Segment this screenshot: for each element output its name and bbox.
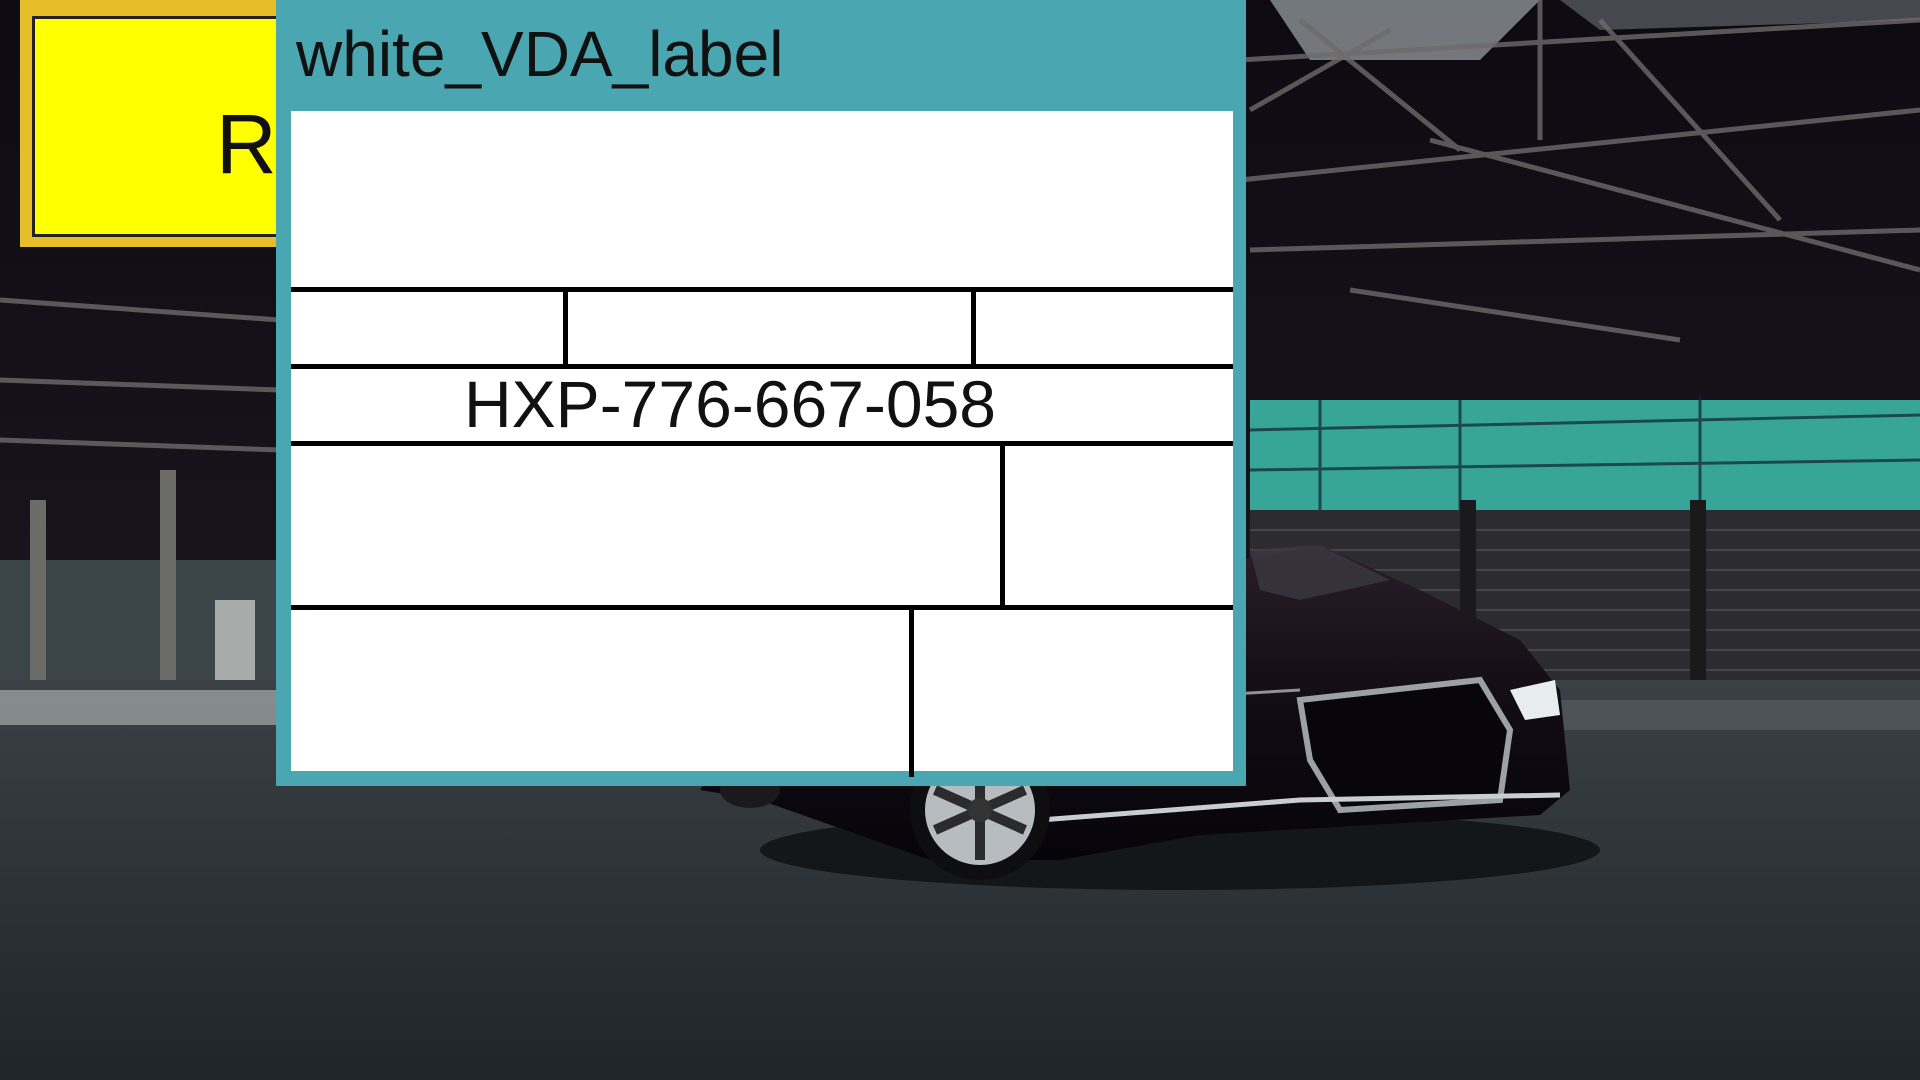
divider-row-4 — [291, 605, 1233, 610]
label-body: HXP-776-667-058 — [288, 108, 1236, 777]
background-photo: R white_VDA_label HXP-776-667-058 — [0, 0, 1920, 1080]
label-title: white_VDA_label — [296, 18, 784, 90]
divider-col-c — [1000, 441, 1005, 610]
divider-col-a — [563, 287, 568, 369]
divider-row-1 — [291, 287, 1233, 292]
divider-col-b — [971, 287, 976, 369]
label-code: HXP-776-667-058 — [464, 367, 996, 441]
divider-col-d — [909, 605, 914, 777]
divider-row-3 — [291, 441, 1233, 446]
yellow-label-text: R — [216, 97, 277, 191]
white-vda-label[interactable]: white_VDA_label HXP-776-667-058 — [276, 0, 1246, 786]
